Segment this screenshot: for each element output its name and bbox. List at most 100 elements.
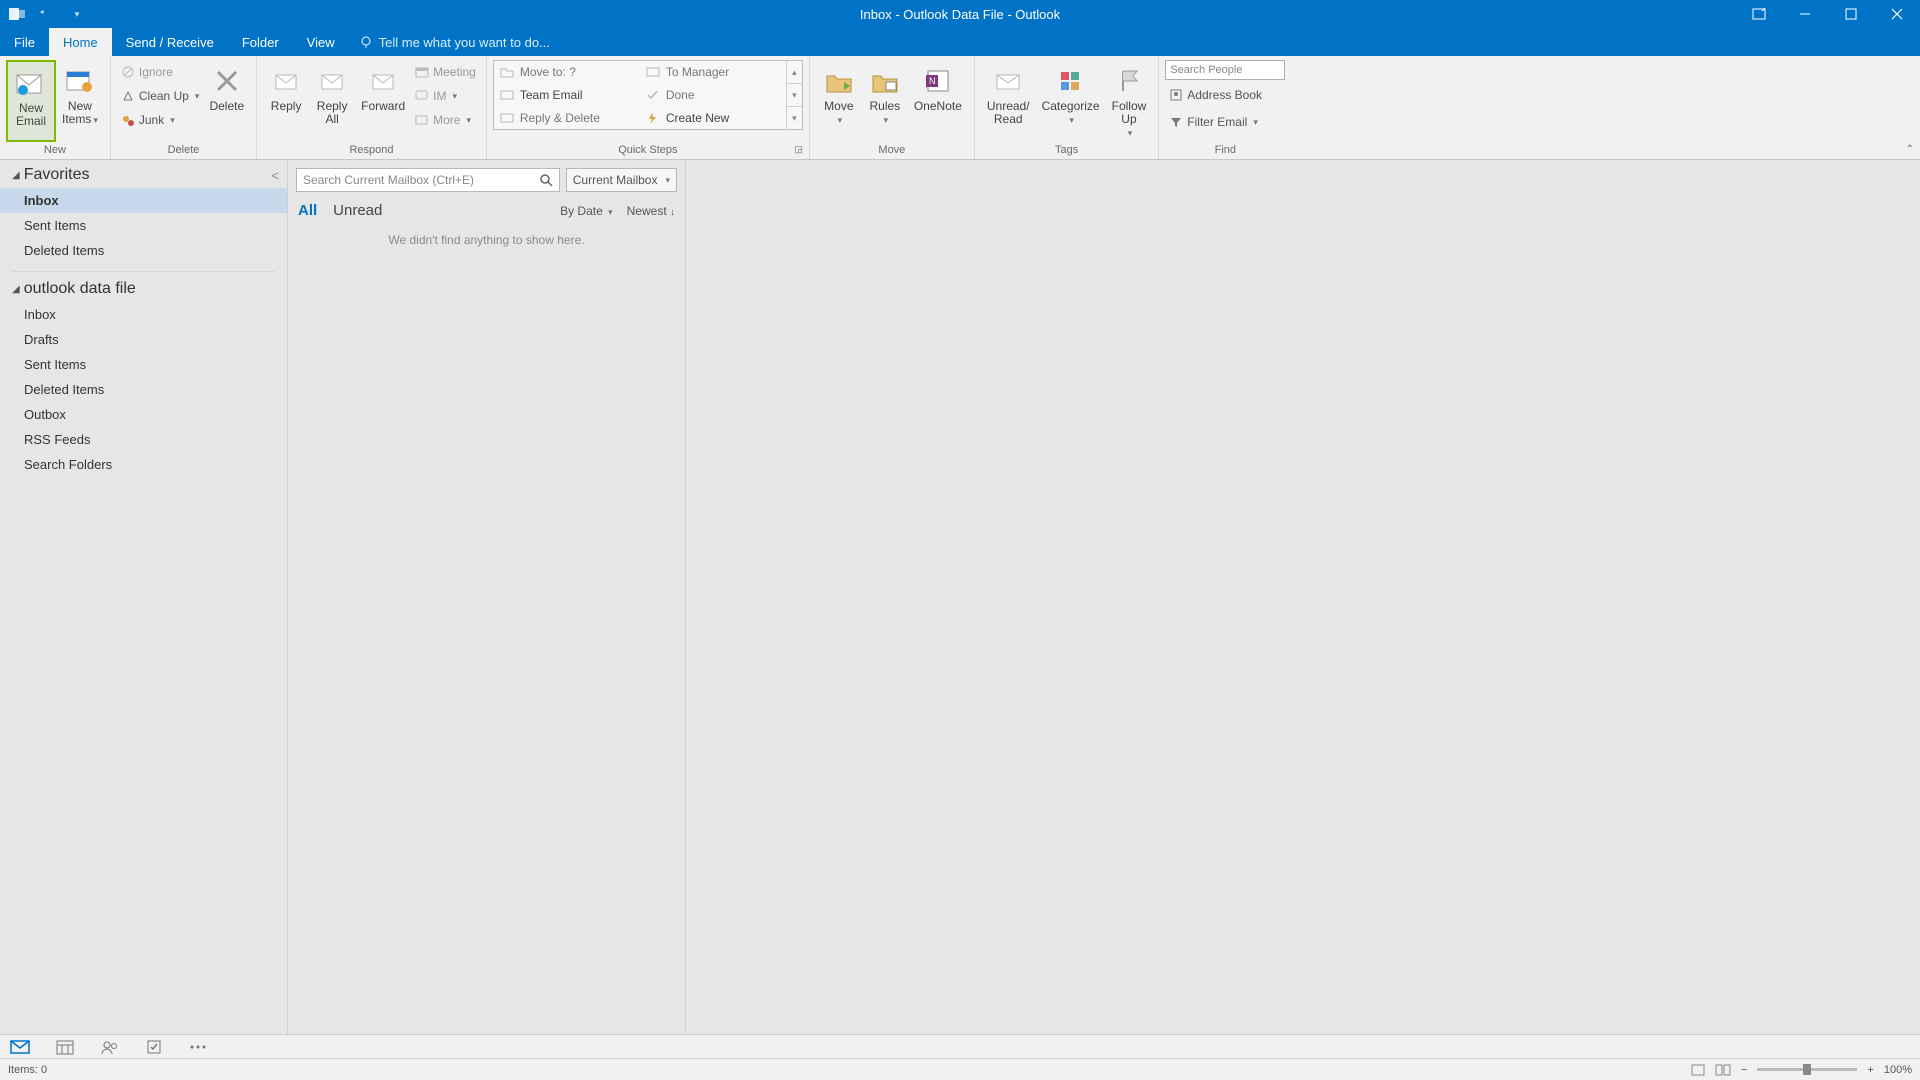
- zoom-slider[interactable]: [1757, 1068, 1857, 1071]
- quick-steps-gallery[interactable]: Move to: ? Team Email Reply & Delete To …: [493, 60, 803, 130]
- sort-by-date[interactable]: By Date ▾: [560, 204, 613, 218]
- fav-inbox[interactable]: Inbox: [0, 188, 287, 213]
- search-scope-dropdown[interactable]: Current Mailbox▾: [566, 168, 677, 192]
- favorites-header[interactable]: ◢ Favorites <: [0, 160, 287, 188]
- zoom-out-icon[interactable]: −: [1741, 1064, 1747, 1076]
- maximize-button[interactable]: [1828, 0, 1874, 28]
- move-button[interactable]: Move▾: [816, 60, 862, 142]
- tab-home[interactable]: Home: [49, 28, 112, 56]
- unread-read-button[interactable]: Unread/ Read: [981, 60, 1036, 142]
- unread-icon: [991, 64, 1025, 98]
- qs-scroll-up[interactable]: ▴: [787, 61, 802, 84]
- nav-people-icon[interactable]: [100, 1039, 120, 1055]
- nav-calendar-icon[interactable]: [56, 1039, 74, 1055]
- qs-done[interactable]: Done: [640, 84, 786, 107]
- data-file-header[interactable]: ◢ outlook data file: [0, 280, 287, 302]
- status-items: Items: 0: [8, 1064, 47, 1076]
- collapse-folder-pane-icon[interactable]: <: [271, 168, 279, 183]
- ignore-icon: [121, 65, 135, 79]
- qs-reply-delete[interactable]: Reply & Delete: [494, 106, 640, 129]
- address-book-button[interactable]: Address Book: [1165, 83, 1285, 107]
- search-people-input[interactable]: Search People: [1165, 60, 1285, 80]
- group-delete-label: Delete: [117, 142, 250, 159]
- new-email-button[interactable]: New Email: [6, 60, 56, 142]
- minimize-button[interactable]: [1782, 0, 1828, 28]
- tab-send-receive[interactable]: Send / Receive: [112, 28, 228, 56]
- df-deleted-items[interactable]: Deleted Items: [0, 377, 287, 402]
- qs-expand[interactable]: ▾: [787, 107, 802, 129]
- reply-button[interactable]: Reply: [263, 60, 309, 142]
- meeting-button[interactable]: Meeting: [411, 60, 480, 84]
- filter-all[interactable]: All: [298, 202, 317, 219]
- qs-to-manager[interactable]: To Manager: [640, 61, 786, 84]
- nav-separator: [12, 271, 275, 272]
- ignore-button[interactable]: Ignore: [117, 60, 204, 84]
- ribbon-display-options[interactable]: [1736, 0, 1782, 28]
- follow-up-button[interactable]: Follow Up▾: [1106, 60, 1153, 142]
- group-tags: Unread/ Read Categorize▾ Follow Up▾ Tags: [975, 56, 1159, 159]
- search-mailbox-input[interactable]: Search Current Mailbox (Ctrl+E): [296, 168, 560, 192]
- tell-me-search[interactable]: Tell me what you want to do...: [349, 28, 550, 56]
- qat-customize-icon[interactable]: ▾: [68, 5, 86, 23]
- junk-button[interactable]: Junk▾: [117, 108, 204, 132]
- view-normal-icon[interactable]: [1691, 1064, 1705, 1076]
- nav-more-icon[interactable]: [188, 1043, 208, 1051]
- new-items-button[interactable]: New Items▾: [56, 60, 104, 142]
- df-search-folders[interactable]: Search Folders: [0, 452, 287, 477]
- group-find-label: Find: [1165, 142, 1285, 159]
- nav-mail-icon[interactable]: [10, 1039, 30, 1055]
- qs-move-to[interactable]: Move to: ?: [494, 61, 640, 84]
- tab-folder[interactable]: Folder: [228, 28, 293, 56]
- search-icon[interactable]: [539, 173, 553, 187]
- filter-unread[interactable]: Unread: [333, 202, 382, 219]
- tab-view[interactable]: View: [293, 28, 349, 56]
- delete-button[interactable]: Delete: [203, 60, 250, 142]
- group-new-label: New: [6, 142, 104, 159]
- meeting-label: Meeting: [433, 65, 476, 79]
- reply-all-button[interactable]: Reply All: [309, 60, 355, 142]
- forward-button[interactable]: Forward: [355, 60, 411, 142]
- sort-newest[interactable]: Newest ↓: [627, 204, 675, 218]
- unread-label: Unread/ Read: [987, 100, 1030, 126]
- close-button[interactable]: [1874, 0, 1920, 28]
- group-respond-label: Respond: [263, 142, 480, 159]
- qs-team-email[interactable]: Team Email: [494, 84, 640, 107]
- filter-email-button[interactable]: Filter Email▾: [1165, 110, 1285, 134]
- tab-file[interactable]: File: [0, 28, 49, 56]
- zoom-in-icon[interactable]: +: [1867, 1064, 1873, 1076]
- flag-icon: [1112, 64, 1146, 98]
- more-respond-button[interactable]: More▾: [411, 108, 480, 132]
- df-inbox[interactable]: Inbox: [0, 302, 287, 327]
- rules-icon: [868, 64, 902, 98]
- undo-icon[interactable]: [38, 5, 56, 23]
- fav-deleted-items[interactable]: Deleted Items: [0, 238, 287, 263]
- rules-button[interactable]: Rules▾: [862, 60, 908, 142]
- bolt-icon: [646, 112, 660, 124]
- nav-tasks-icon[interactable]: [146, 1039, 162, 1055]
- group-tags-label: Tags: [981, 142, 1152, 159]
- df-drafts[interactable]: Drafts: [0, 327, 287, 352]
- collapse-ribbon-icon[interactable]: ⌃: [1906, 144, 1914, 155]
- onenote-button[interactable]: NOneNote: [908, 60, 968, 142]
- fav-sent-items[interactable]: Sent Items: [0, 213, 287, 238]
- df-outbox[interactable]: Outbox: [0, 402, 287, 427]
- group-find: Search People Address Book Filter Email▾…: [1159, 56, 1291, 159]
- qs-create-new[interactable]: Create New: [640, 106, 786, 129]
- favorites-label: Favorites: [24, 166, 90, 184]
- group-respond: Reply Reply All Forward Meeting IM▾ More…: [257, 56, 487, 159]
- im-button[interactable]: IM▾: [411, 84, 480, 108]
- zoom-level[interactable]: 100%: [1884, 1064, 1912, 1076]
- view-reading-icon[interactable]: [1715, 1064, 1731, 1076]
- qs-launcher-icon[interactable]: ◲: [794, 144, 803, 155]
- cleanup-button[interactable]: Clean Up▾: [117, 84, 204, 108]
- df-sent-items[interactable]: Sent Items: [0, 352, 287, 377]
- qs-scroll-down[interactable]: ▾: [787, 84, 802, 107]
- app-icon: [8, 5, 26, 23]
- categorize-button[interactable]: Categorize▾: [1036, 60, 1106, 142]
- onenote-label: OneNote: [914, 100, 962, 113]
- df-rss-feeds[interactable]: RSS Feeds: [0, 427, 287, 452]
- reading-pane: [686, 160, 1920, 1034]
- reply-icon: [269, 64, 303, 98]
- search-placeholder: Search Current Mailbox (Ctrl+E): [303, 173, 474, 187]
- data-file-label: outlook data file: [24, 280, 136, 298]
